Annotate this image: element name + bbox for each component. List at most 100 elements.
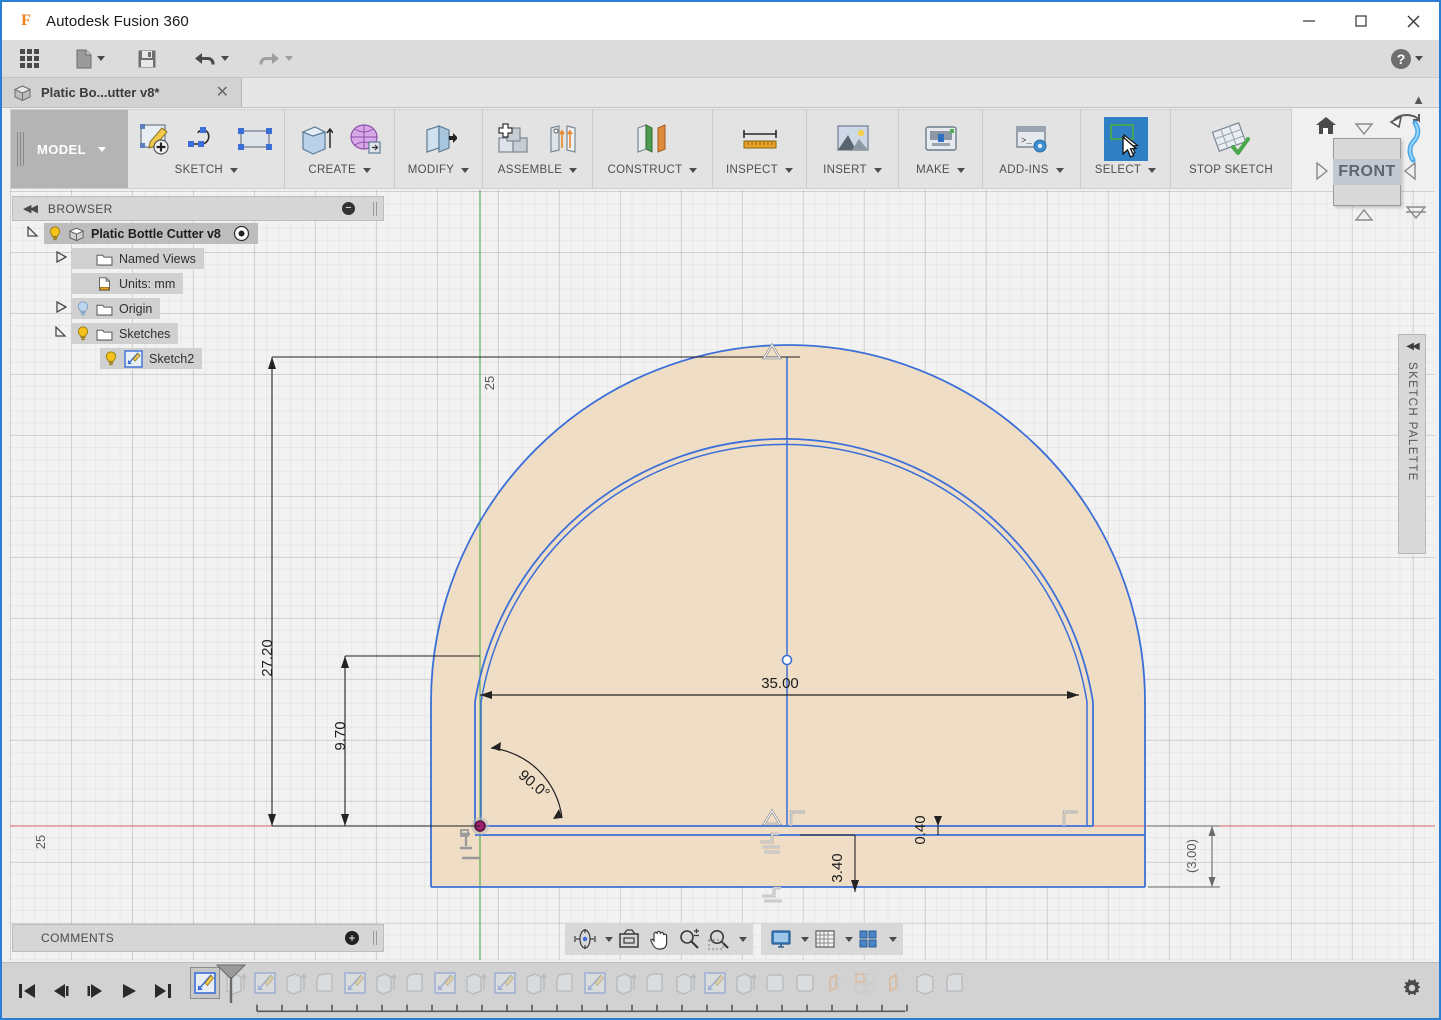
timeline-feature[interactable] xyxy=(820,967,850,999)
visibility-bulb-icon[interactable] xyxy=(76,301,90,316)
collapse-panel-icon[interactable]: ◀◀ xyxy=(1406,341,1419,352)
grid-snaps-button[interactable] xyxy=(811,925,839,953)
display-settings-button[interactable] xyxy=(767,925,795,953)
redo-button[interactable] xyxy=(251,44,299,74)
look-at-button[interactable] xyxy=(615,925,643,953)
timeline-feature[interactable] xyxy=(370,967,400,999)
joint-button[interactable] xyxy=(541,117,585,161)
timeline-feature[interactable] xyxy=(670,967,700,999)
timeline-track[interactable] xyxy=(190,964,970,1015)
timeline-feature[interactable] xyxy=(940,967,970,999)
close-icon[interactable]: ✕ xyxy=(212,84,233,101)
view-cube-face[interactable]: FRONT xyxy=(1333,138,1401,206)
tree-chip[interactable]: Sketch2 xyxy=(100,348,203,369)
new-component-button[interactable] xyxy=(491,117,535,161)
minimize-panel-icon[interactable]: − xyxy=(342,202,355,215)
tree-chip[interactable]: Named Views xyxy=(72,248,204,269)
sketch-line-button[interactable] xyxy=(184,117,228,161)
timeline-feature[interactable] xyxy=(850,967,880,999)
ribbon-group-label-select[interactable]: SELECT xyxy=(1095,164,1157,176)
cube-arrow-left[interactable] xyxy=(1315,160,1329,182)
browser-tree-item-named-views[interactable]: Named Views xyxy=(12,246,384,271)
panel-grip[interactable] xyxy=(373,201,377,216)
chevron-down-icon[interactable] xyxy=(605,936,613,942)
help-button[interactable]: ? xyxy=(1391,48,1423,69)
select-button[interactable] xyxy=(1103,117,1148,161)
zoom-button[interactable] xyxy=(675,925,703,953)
chevron-down-icon[interactable] xyxy=(739,936,747,942)
sketch-palette-panel[interactable]: ◀◀ SKETCH PALETTE xyxy=(1398,334,1426,554)
twisty-open-icon[interactable] xyxy=(22,225,44,241)
timeline-feature[interactable] xyxy=(790,967,820,999)
ribbon-group-label-assemble[interactable]: ASSEMBLE xyxy=(498,164,578,176)
browser-tree-item-sketches[interactable]: Sketches xyxy=(12,321,384,346)
timeline-feature[interactable] xyxy=(400,967,430,999)
visibility-bulb-icon[interactable] xyxy=(48,226,62,241)
timeline-feature[interactable] xyxy=(640,967,670,999)
close-button[interactable] xyxy=(1387,2,1439,40)
sketch-rectangle-button[interactable] xyxy=(234,117,278,161)
tree-chip[interactable]: Origin xyxy=(72,298,161,319)
twisty-open-icon[interactable] xyxy=(50,325,72,341)
new-file-button[interactable] xyxy=(69,44,111,74)
timeline-feature[interactable] xyxy=(310,967,340,999)
app-grid-button[interactable] xyxy=(14,44,45,74)
cube-arrow-down[interactable] xyxy=(1353,208,1375,222)
timeline-feature[interactable] xyxy=(250,967,280,999)
play-button[interactable] xyxy=(118,980,140,1002)
browser-tree-item-sketch2[interactable]: Sketch2 xyxy=(12,346,384,371)
dim-driven-3-00[interactable]: (3.00) xyxy=(1148,825,1220,888)
timeline-feature[interactable] xyxy=(460,967,490,999)
create-form-button[interactable] xyxy=(343,117,387,161)
visibility-bulb-icon[interactable] xyxy=(76,326,90,341)
view-cube[interactable]: FRONT xyxy=(1299,108,1427,226)
extrude-button[interactable] xyxy=(293,117,337,161)
timeline-feature[interactable] xyxy=(580,967,610,999)
go-to-beginning-button[interactable] xyxy=(16,980,38,1002)
ribbon-group-label-modify[interactable]: MODIFY xyxy=(408,164,470,176)
orbit-compass-icon[interactable] xyxy=(1401,120,1427,164)
fix-constraint-2[interactable] xyxy=(762,886,782,903)
timeline-feature[interactable] xyxy=(430,967,460,999)
collapse-panel-icon[interactable]: ◀◀ xyxy=(23,202,38,215)
tree-chip[interactable]: Platic Bottle Cutter v8 xyxy=(44,223,258,244)
browser-tree-item-origin[interactable]: Origin xyxy=(12,296,384,321)
maximize-button[interactable] xyxy=(1335,2,1387,40)
timeline-feature[interactable] xyxy=(340,967,370,999)
minimize-button[interactable] xyxy=(1283,2,1335,40)
step-back-button[interactable] xyxy=(50,980,72,1002)
go-to-end-button[interactable] xyxy=(152,980,174,1002)
timeline-feature[interactable] xyxy=(700,967,730,999)
timeline-feature[interactable] xyxy=(760,967,790,999)
measure-button[interactable] xyxy=(738,117,782,161)
create-sketch-button[interactable] xyxy=(134,117,178,161)
ribbon-group-label-insert[interactable]: INSERT xyxy=(823,164,882,176)
activate-component-icon[interactable] xyxy=(233,225,250,242)
script-addin-button[interactable]: >_ xyxy=(1010,117,1054,161)
chevron-down-icon[interactable] xyxy=(801,936,809,942)
offset-plane-button[interactable] xyxy=(631,117,675,161)
midpoint-handle[interactable] xyxy=(781,654,793,666)
step-forward-button[interactable] xyxy=(84,980,106,1002)
3d-print-button[interactable] xyxy=(919,117,963,161)
visibility-bulb-icon[interactable] xyxy=(104,351,118,366)
comments-panel[interactable]: COMMENTS + xyxy=(12,924,384,952)
document-tab[interactable]: Platic Bo...utter v8* ✕ xyxy=(2,77,242,107)
viewports-button[interactable] xyxy=(855,925,883,953)
press-pull-button[interactable] xyxy=(417,117,461,161)
cube-arrow-up[interactable] xyxy=(1353,122,1375,136)
stop-sketch-button[interactable] xyxy=(1209,117,1253,161)
zoom-window-button[interactable] xyxy=(705,925,733,953)
timeline-feature[interactable] xyxy=(520,967,550,999)
ribbon-group-label-construct[interactable]: CONSTRUCT xyxy=(608,164,698,176)
ribbon-group-label-create[interactable]: CREATE xyxy=(308,164,371,176)
home-icon[interactable] xyxy=(1313,114,1341,136)
chevron-down-icon[interactable] xyxy=(889,936,897,942)
canvas-viewport[interactable]: 27.20 9.70 35.00 90.0° 0.40 3.40 (3.00) … xyxy=(10,190,1435,960)
orbit-button[interactable] xyxy=(571,925,599,953)
timeline-feature[interactable] xyxy=(610,967,640,999)
timeline-feature[interactable] xyxy=(730,967,760,999)
browser-tree-item-units-mm[interactable]: Units: mm xyxy=(12,271,384,296)
panel-grip[interactable] xyxy=(373,931,377,945)
twisty-closed-icon[interactable] xyxy=(50,250,72,266)
